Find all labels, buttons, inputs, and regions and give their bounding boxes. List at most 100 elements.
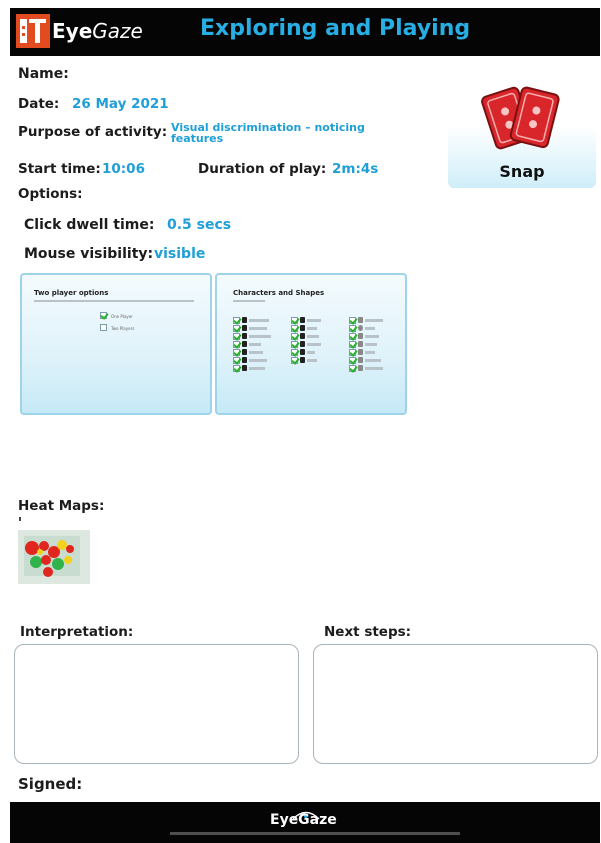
activity-card: Snap xyxy=(448,74,596,188)
dwell-label: Click dwell time: xyxy=(24,217,155,233)
date-value: 26 May 2021 xyxy=(72,96,169,112)
option-checkbox xyxy=(291,357,298,364)
option-text-line xyxy=(249,359,267,362)
thumbnail-subtitle-line xyxy=(233,300,265,302)
mouse-visibility-value: visible xyxy=(154,246,206,262)
shape-icon xyxy=(358,341,363,347)
characters-shapes-thumbnail: Characters and Shapes xyxy=(215,273,407,415)
one-player-checkbox xyxy=(100,312,107,319)
start-time-label: Start time: xyxy=(18,161,101,177)
option-checkbox xyxy=(349,317,356,324)
date-label: Date: xyxy=(18,96,60,112)
heat-maps-label: Heat Maps: xyxy=(18,498,105,514)
option-checkbox xyxy=(233,341,240,348)
character-icon xyxy=(300,341,305,347)
signed-label: Signed: xyxy=(18,775,83,793)
start-time-value: 10:06 xyxy=(102,161,145,177)
option-text-line xyxy=(365,335,379,338)
option-text-line xyxy=(307,343,321,346)
shape-icon xyxy=(358,349,363,355)
option-checkbox xyxy=(291,333,298,340)
option-text-line xyxy=(307,327,317,330)
option-checkbox xyxy=(349,365,356,372)
option-checkbox xyxy=(291,325,298,332)
option-checkbox xyxy=(233,349,240,356)
heat-map-thumbnail xyxy=(18,530,90,584)
option-checkbox xyxy=(349,325,356,332)
option-text-line xyxy=(365,359,381,362)
option-text-line xyxy=(249,327,267,330)
option-checkbox xyxy=(291,317,298,324)
interpretation-box[interactable] xyxy=(14,644,299,764)
thumbnail-title: Characters and Shapes xyxy=(233,289,325,297)
dwell-value: 0.5 secs xyxy=(167,217,232,233)
thumbnail-subtitle-line xyxy=(34,300,194,302)
option-checkbox xyxy=(291,341,298,348)
interpretation-label: Interpretation: xyxy=(20,624,134,640)
duration-label: Duration of play: xyxy=(198,161,327,177)
two-players-checkbox xyxy=(100,324,107,331)
two-players-option: Two Players xyxy=(111,326,135,331)
option-text-line xyxy=(365,319,383,322)
option-text-line xyxy=(249,335,271,338)
option-checkbox xyxy=(349,341,356,348)
shape-icon xyxy=(358,325,363,331)
character-icon xyxy=(300,325,305,331)
character-icon xyxy=(242,349,247,355)
mouse-visibility-label: Mouse visibility: xyxy=(24,246,154,262)
character-icon xyxy=(300,349,305,355)
shape-option-list xyxy=(349,317,393,377)
option-text-line xyxy=(307,319,321,322)
footer-logo: EyeGaze xyxy=(270,812,337,828)
character-option-list xyxy=(291,317,331,369)
option-text-line xyxy=(307,335,319,338)
character-icon xyxy=(242,357,247,363)
option-text-line xyxy=(249,351,263,354)
option-text-line xyxy=(365,367,383,370)
next-steps-label: Next steps: xyxy=(324,624,412,640)
name-label: Name: xyxy=(18,66,69,82)
character-icon xyxy=(300,317,305,323)
character-icon xyxy=(242,317,247,323)
two-player-options-thumbnail: Two player options One Player Two Player… xyxy=(20,273,212,415)
options-label: Options: xyxy=(18,186,83,202)
option-checkbox xyxy=(291,349,298,356)
shape-icon xyxy=(358,333,363,339)
option-checkbox xyxy=(349,349,356,356)
shape-icon xyxy=(358,357,363,363)
purpose-label: Purpose of activity: xyxy=(18,124,168,140)
footer-fine-print xyxy=(170,832,460,835)
option-text-line xyxy=(307,351,315,354)
character-icon xyxy=(300,333,305,339)
next-steps-box[interactable] xyxy=(313,644,598,764)
option-checkbox xyxy=(233,357,240,364)
character-icon xyxy=(242,325,247,331)
purpose-value: Visual discrimination – noticing feature… xyxy=(171,121,365,145)
option-checkbox xyxy=(349,333,356,340)
page-title: Exploring and Playing xyxy=(200,16,471,41)
one-player-option: One Player xyxy=(111,314,133,319)
eyegaze-logo-icon xyxy=(16,14,50,48)
shape-icon xyxy=(358,317,363,323)
character-icon xyxy=(300,357,305,363)
shape-icon xyxy=(358,365,363,371)
duration-value: 2m:4s xyxy=(332,161,379,177)
option-checkbox xyxy=(233,317,240,324)
option-text-line xyxy=(365,327,375,330)
option-checkbox xyxy=(233,365,240,372)
thumbnail-title: Two player options xyxy=(34,289,109,297)
option-text-line xyxy=(249,367,265,370)
option-text-line xyxy=(249,319,269,322)
option-text-line xyxy=(365,351,375,354)
option-checkbox xyxy=(349,357,356,364)
heat-map-marker xyxy=(19,517,21,521)
playing-cards-icon xyxy=(481,80,561,160)
option-checkbox xyxy=(233,333,240,340)
option-text-line xyxy=(249,343,261,346)
header-bar: EyeGaze Exploring and Playing xyxy=(10,8,600,56)
character-icon xyxy=(242,333,247,339)
activity-name: Snap xyxy=(499,162,545,181)
option-checkbox xyxy=(233,325,240,332)
character-icon xyxy=(242,365,247,371)
option-text-line xyxy=(307,359,317,362)
